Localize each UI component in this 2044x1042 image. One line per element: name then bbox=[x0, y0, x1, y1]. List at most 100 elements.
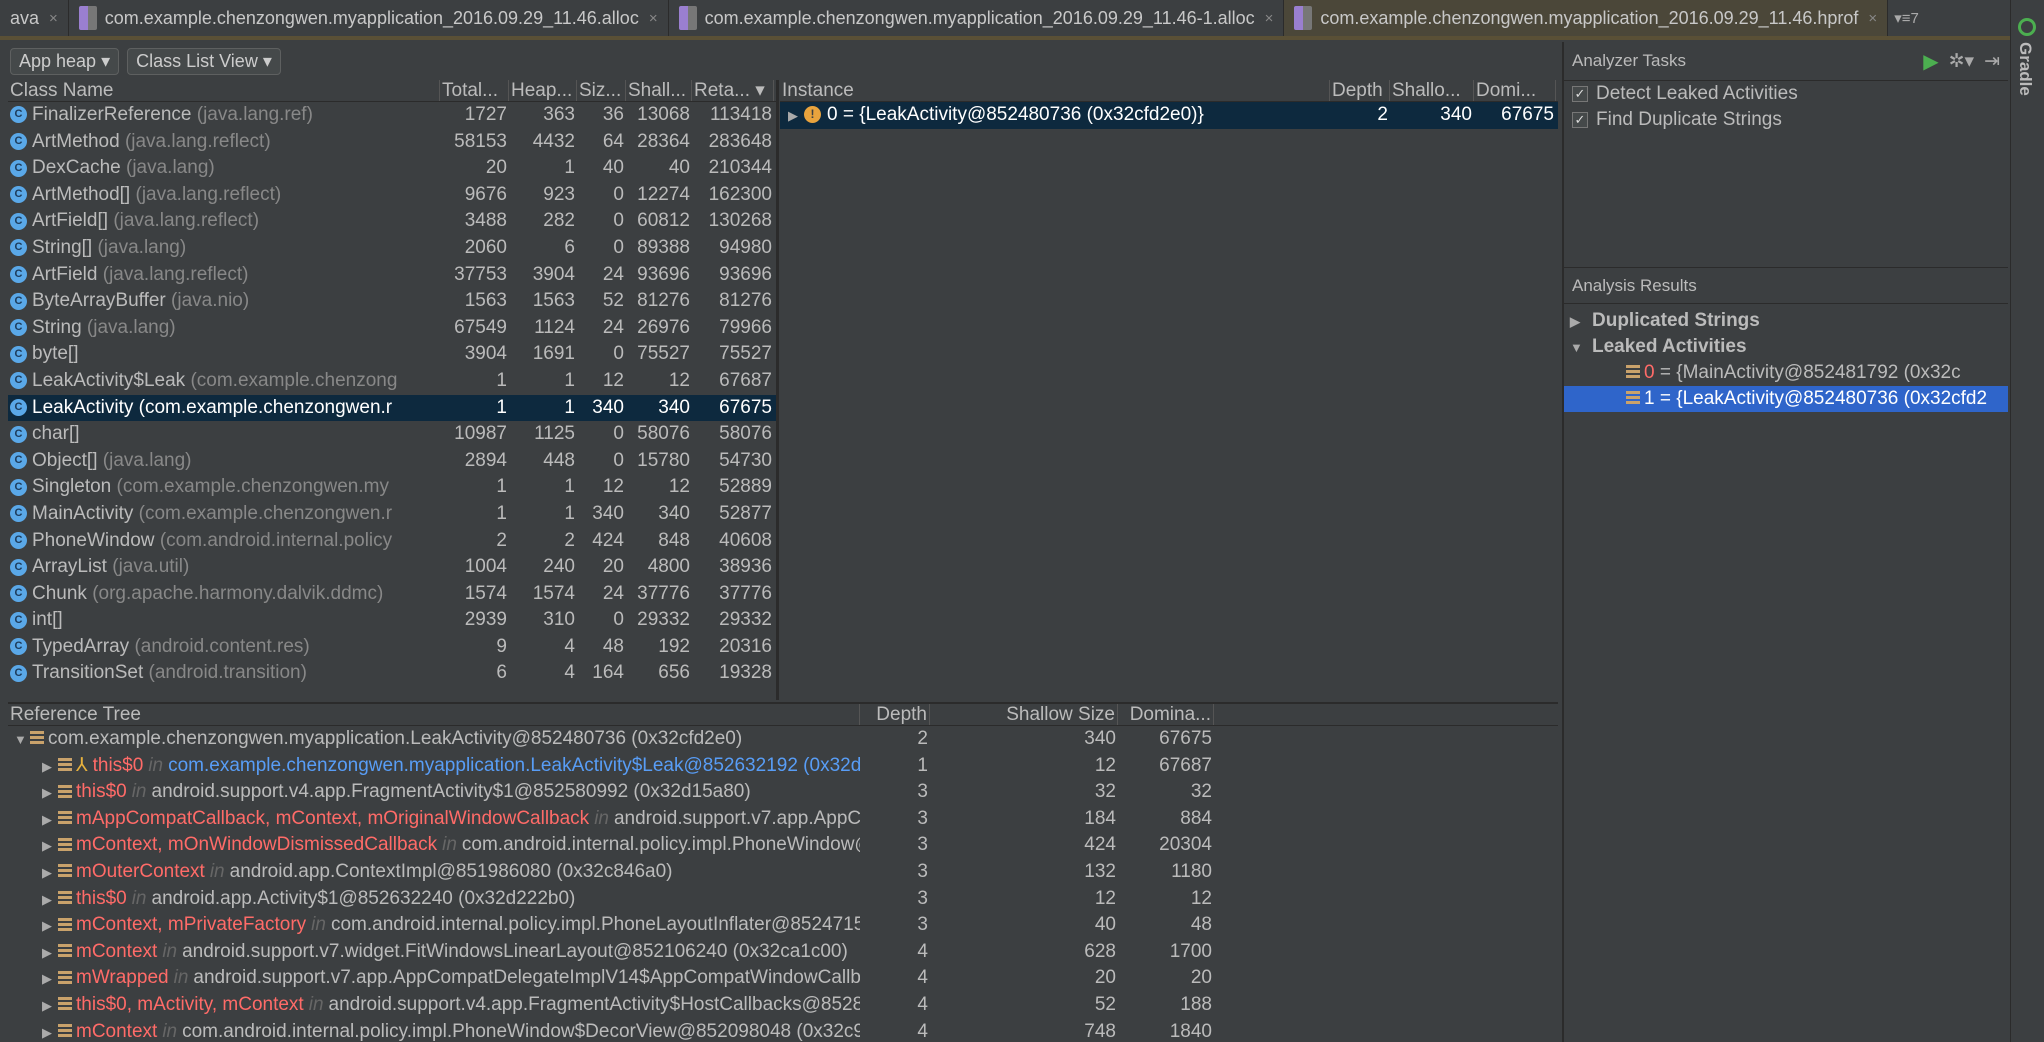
class-row[interactable]: C PhoneWindow (com.android.internal.polic… bbox=[8, 528, 776, 555]
column-header[interactable]: Domi... bbox=[1474, 80, 1556, 101]
column-header[interactable]: Instance bbox=[780, 80, 1330, 101]
result-group[interactable]: ▶ Duplicated Strings bbox=[1564, 308, 2008, 334]
column-header[interactable]: Reference Tree bbox=[8, 704, 860, 725]
editor-tab[interactable]: ava × bbox=[0, 0, 69, 36]
analyzer-task[interactable]: ✓ Find Duplicate Strings bbox=[1572, 107, 2008, 133]
column-header[interactable]: Class Name bbox=[8, 80, 440, 101]
leaked-activity-item[interactable]: 1 = {LeakActivity@852480736 (0x32cfd2 bbox=[1564, 386, 2008, 412]
gradle-label[interactable]: Gradle bbox=[2015, 42, 2035, 96]
expand-arrow-icon[interactable]: ▶ bbox=[42, 860, 58, 886]
hide-icon[interactable]: ⇥ bbox=[1984, 50, 2000, 73]
analyzer-task[interactable]: ✓ Detect Leaked Activities bbox=[1572, 81, 2008, 107]
expand-arrow-icon[interactable]: ▶ bbox=[42, 913, 58, 939]
editor-tab[interactable]: com.example.chenzongwen.myapplication_20… bbox=[1284, 0, 1889, 36]
close-icon[interactable]: × bbox=[1868, 10, 1877, 27]
class-row[interactable]: C ArtMethod[] (java.lang.reflect) 9676 923 0… bbox=[8, 182, 776, 209]
column-header[interactable]: Shall... bbox=[626, 80, 692, 101]
expand-arrow-icon[interactable]: ▶ bbox=[42, 1020, 58, 1042]
column-header[interactable]: Shallow Size bbox=[930, 704, 1118, 725]
column-header[interactable]: Heap... bbox=[509, 80, 577, 101]
class-row[interactable]: C ArtField[] (java.lang.reflect) 3488 282 0 6… bbox=[8, 208, 776, 235]
expand-arrow-icon[interactable]: ▶ bbox=[42, 993, 58, 1019]
class-row[interactable]: C Singleton (com.example.chenzongwen.my 1 1… bbox=[8, 474, 776, 501]
class-row[interactable]: C TypedArray (android.content.res) 9 4 48 192… bbox=[8, 634, 776, 661]
expand-arrow-icon[interactable]: ▶ bbox=[788, 103, 804, 129]
expand-arrow-icon[interactable]: ▶ bbox=[42, 807, 58, 833]
class-row[interactable]: C ArtField (java.lang.reflect) 37753 3904 24… bbox=[8, 262, 776, 289]
instance-icon bbox=[58, 970, 72, 986]
expand-arrow-icon[interactable]: ▶ bbox=[42, 966, 58, 992]
expand-arrow-icon[interactable]: ▶ bbox=[42, 780, 58, 806]
reference-row[interactable]: ▶ this$0 in android.app.Activity$1@85263224… bbox=[8, 886, 1558, 913]
instance-row[interactable]: ▶! 0 = {LeakActivity@852480736 (0x32cfd2e… bbox=[780, 102, 1558, 129]
reference-row[interactable]: ▶ ⅄ this$0 in com.example.chenzongwen.myappl… bbox=[8, 753, 1558, 780]
expand-arrow-icon[interactable]: ▶ bbox=[42, 833, 58, 859]
reference-row[interactable]: ▶ mWrapped in android.support.v7.app.AppCom… bbox=[8, 965, 1558, 992]
gradle-icon bbox=[2018, 18, 2036, 36]
class-row[interactable]: C TransitionSet (android.transition) 6 4 164… bbox=[8, 660, 776, 687]
column-header[interactable]: Shallo... bbox=[1390, 80, 1474, 101]
expand-arrow-icon[interactable]: ▶ bbox=[42, 754, 58, 780]
reference-row[interactable]: ▶ this$0 in android.support.v4.app.Fragment… bbox=[8, 779, 1558, 806]
column-header[interactable]: Siz... bbox=[577, 80, 626, 101]
reference-row[interactable]: ▶ mContext in com.android.internal.policy.i… bbox=[8, 1019, 1558, 1042]
cell-dominating: 1180 bbox=[1171, 860, 1212, 882]
class-row[interactable]: C DexCache (java.lang) 20 1 40 40 210344 bbox=[8, 155, 776, 182]
class-row[interactable]: C Object[] (java.lang) 2894 448 0 15780 54730 bbox=[8, 448, 776, 475]
close-icon[interactable]: × bbox=[1265, 10, 1274, 27]
cell-retained: 19328 bbox=[719, 662, 772, 684]
cell-total: 1563 bbox=[464, 290, 507, 312]
class-row[interactable]: Cbyte[] 3904 1691 0 75527 75527 bbox=[8, 341, 776, 368]
column-header[interactable]: Total... bbox=[440, 80, 509, 101]
heap-select[interactable]: App heap ▾ bbox=[10, 48, 120, 75]
result-group[interactable]: ▼ Leaked Activities bbox=[1564, 334, 2008, 360]
editor-tab[interactable]: com.example.chenzongwen.myapplication_20… bbox=[669, 0, 1285, 36]
expand-arrow-icon[interactable]: ▼ bbox=[1570, 335, 1586, 361]
class-row[interactable]: Cchar[] 10987 1125 0 58076 58076 bbox=[8, 421, 776, 448]
column-header[interactable]: Depth bbox=[1330, 80, 1390, 101]
leaked-activity-item[interactable]: 0 = {MainActivity@852481792 (0x32c bbox=[1564, 360, 2008, 386]
class-row[interactable]: C Chunk (org.apache.harmony.dalvik.ddmc) 1… bbox=[8, 581, 776, 608]
class-row[interactable]: C MainActivity (com.example.chenzongwen.r… bbox=[8, 501, 776, 528]
class-row[interactable]: C String (java.lang) 67549 1124 24 26976 79966 bbox=[8, 315, 776, 342]
reference-row[interactable]: ▶ this$0, mActivity, mContext in android.su… bbox=[8, 992, 1558, 1019]
class-row[interactable]: C FinalizerReference (java.lang.ref) 1727 3… bbox=[8, 102, 776, 129]
checkbox[interactable]: ✓ bbox=[1572, 111, 1588, 128]
settings-icon[interactable]: ✲▾ bbox=[1949, 50, 1974, 73]
close-icon[interactable]: × bbox=[649, 10, 658, 27]
view-select[interactable]: Class List View ▾ bbox=[127, 48, 281, 75]
reference-row[interactable]: ▼ com.example.chenzongwen.myapplication.L… bbox=[8, 726, 1558, 753]
tab-overflow-menu[interactable]: ▾≡7 bbox=[1894, 9, 1919, 27]
expand-arrow-icon[interactable]: ▶ bbox=[42, 887, 58, 913]
class-row[interactable]: C LeakActivity (com.example.chenzongwen.r… bbox=[8, 394, 776, 422]
instance-cell: ▶! 0 = {LeakActivity@852480736 (0x32cfd2e… bbox=[780, 102, 1330, 129]
editor-tab[interactable]: com.example.chenzongwen.myapplication_20… bbox=[69, 0, 669, 36]
reference-row[interactable]: ▶ mContext, mPrivateFactory in com.android.… bbox=[8, 912, 1558, 939]
expand-arrow-icon[interactable]: ▶ bbox=[42, 940, 58, 966]
class-list-table[interactable]: Class Name Total... Heap... Siz... Shall... R… bbox=[8, 80, 776, 700]
close-icon[interactable]: × bbox=[49, 10, 58, 27]
class-row[interactable]: C ArrayList (java.util) 1004 240 20 4800 38936 bbox=[8, 554, 776, 581]
class-row[interactable]: C String[] (java.lang) 2060 6 0 89388 94980 bbox=[8, 235, 776, 262]
reference-row[interactable]: ▶ mAppCompatCallback, mContext, mOriginal… bbox=[8, 806, 1558, 833]
instance-table[interactable]: Instance Depth Shallo... Domi... ▶! 0 = {Lea… bbox=[780, 80, 1558, 700]
column-header[interactable]: Reta... ▾ bbox=[692, 80, 774, 101]
class-row[interactable]: Cint[] 2939 310 0 29332 29332 bbox=[8, 607, 776, 634]
run-icon[interactable]: ▶ bbox=[1923, 49, 1938, 74]
column-header[interactable]: Depth bbox=[860, 704, 930, 725]
class-row[interactable]: C ByteArrayBuffer (java.nio) 1563 1563 52 812… bbox=[8, 288, 776, 315]
column-header[interactable]: Domina... bbox=[1118, 704, 1214, 725]
reference-row[interactable]: ▶ mOuterContext in android.app.ContextImpl@… bbox=[8, 859, 1558, 886]
reference-row[interactable]: ▶ mContext in android.support.v7.widget.Fit… bbox=[8, 939, 1558, 966]
gradle-tool-window-strip[interactable]: Gradle bbox=[2010, 0, 2044, 1042]
class-row[interactable]: C ArtMethod (java.lang.reflect) 58153 4432 6… bbox=[8, 129, 776, 156]
expand-arrow-icon[interactable]: ▼ bbox=[14, 727, 30, 753]
class-name: byte[] bbox=[32, 343, 79, 365]
class-row[interactable]: C LeakActivity$Leak (com.example.chenzong… bbox=[8, 368, 776, 395]
checkbox[interactable]: ✓ bbox=[1572, 85, 1588, 102]
reference-row[interactable]: ▶ mContext, mOnWindowDismissedCallback in c… bbox=[8, 832, 1558, 859]
expand-arrow-icon[interactable]: ▶ bbox=[1570, 309, 1586, 335]
cell-shallow: 60812 bbox=[637, 210, 690, 232]
reference-tree[interactable]: Reference Tree Depth Shallow Size Domina...… bbox=[8, 702, 1558, 1042]
class-name-cell: C String[] (java.lang) bbox=[8, 235, 440, 262]
